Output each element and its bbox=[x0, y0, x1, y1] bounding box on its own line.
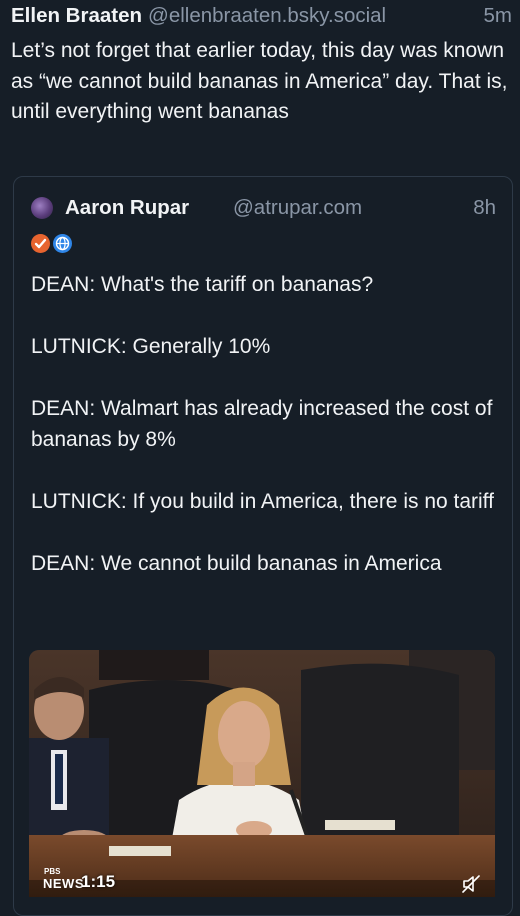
post-text: Let’s not forget that earlier today, thi… bbox=[11, 39, 508, 123]
speaker-muted-icon[interactable] bbox=[461, 875, 481, 893]
author-name[interactable]: Ellen Braaten bbox=[11, 4, 142, 27]
avatar[interactable] bbox=[31, 197, 53, 219]
quote-line: DEAN: We cannot build bananas in America bbox=[31, 552, 442, 575]
quoted-post-text: DEAN: What's the tariff on bananas? LUTN… bbox=[31, 269, 501, 610]
author-handle[interactable]: @ellenbraaten.bsky.social bbox=[148, 4, 386, 27]
pbs-label: PBS bbox=[44, 867, 61, 876]
quoted-post-header: Aaron Rupar @atrupar.com 8h bbox=[31, 195, 496, 221]
verified-check-icon bbox=[31, 234, 50, 253]
quote-line: DEAN: What's the tariff on bananas? bbox=[31, 273, 374, 296]
quoted-post-timestamp[interactable]: 8h bbox=[473, 195, 496, 221]
quoted-author-name[interactable]: Aaron Rupar bbox=[65, 195, 189, 221]
video-frame bbox=[29, 650, 495, 897]
news-label: NEWS bbox=[43, 876, 84, 891]
post[interactable]: Ellen Braaten @ellenbraaten.bsky.social 5… bbox=[0, 0, 520, 916]
quote-line: LUTNICK: If you build in America, there … bbox=[31, 490, 494, 513]
quoted-author-handle[interactable]: @atrupar.com bbox=[233, 195, 362, 221]
video-player[interactable]: PBS NEWS 1:15 bbox=[29, 650, 495, 897]
globe-icon bbox=[53, 234, 72, 253]
quote-line: LUTNICK: Generally 10% bbox=[31, 335, 271, 358]
post-header: Ellen Braaten @ellenbraaten.bsky.social 5… bbox=[11, 3, 512, 29]
video-timestamp: 1:15 bbox=[81, 872, 116, 891]
post-timestamp[interactable]: 5m bbox=[484, 3, 512, 29]
quote-line: DEAN: Walmart has already increased the … bbox=[31, 397, 493, 451]
